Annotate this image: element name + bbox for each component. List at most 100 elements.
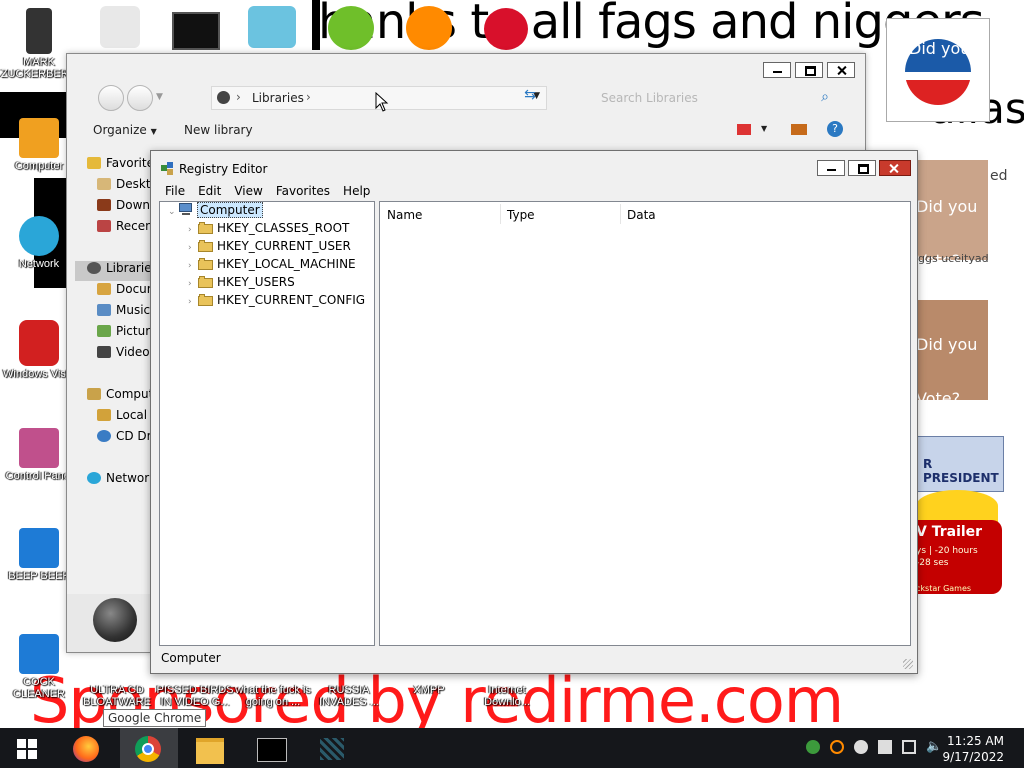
taskbar-command-prompt[interactable] (242, 728, 300, 768)
network-tray-icon[interactable] (806, 740, 820, 754)
tree-node-computer[interactable]: ⌄ Computer (168, 202, 263, 221)
close-button[interactable] (827, 62, 855, 78)
registry-tree[interactable]: ⌄ Computer › HKEY_CLASSES_ROOT › HKEY_CURRE… (159, 201, 375, 646)
breadcrumb-libraries[interactable]: Libraries (252, 91, 304, 105)
expand-icon[interactable]: › (188, 225, 198, 235)
desktop-icon-what-the-fuck[interactable]: what the fuck is going on ... (234, 684, 312, 708)
start-button[interactable] (0, 728, 52, 768)
firefox-icon (73, 736, 99, 762)
p-app-icon[interactable] (406, 6, 452, 50)
libraries-icon (217, 91, 230, 104)
menu-edit[interactable]: Edit (192, 182, 228, 200)
music-icon (97, 304, 111, 316)
expand-icon[interactable]: › (188, 243, 198, 253)
tree-node-hive[interactable]: › HKEY_CURRENT_USER (188, 239, 351, 257)
app-icon (19, 528, 59, 568)
display-tray-icon[interactable] (902, 740, 916, 754)
menu-file[interactable]: File (159, 182, 192, 200)
desktop-icon-ultra-cd[interactable]: ULTRA CD BLOATWARE (78, 684, 156, 708)
chevron-down-icon[interactable]: ▼ (761, 124, 767, 133)
menu-favorites[interactable]: Favorites (270, 182, 337, 200)
tree-label: HKEY_USERS (217, 275, 295, 289)
network-icon (19, 216, 59, 256)
expand-icon[interactable]: › (188, 297, 198, 307)
folder-icon (198, 240, 214, 252)
desktop-icon-russia[interactable]: RUSSIA INVADES ... (310, 684, 388, 708)
tree-node-hive[interactable]: › HKEY_CLASSES_ROOT (188, 221, 349, 239)
president-banner[interactable]: R PRESIDENT (916, 436, 1004, 492)
clock[interactable]: 11:25 AM 9/17/2022 (942, 733, 1004, 765)
cmd-icon[interactable] (172, 12, 220, 50)
navigation-pane: Favorites Desktop Downloads Recent Libra… (75, 150, 177, 590)
new-library-button[interactable]: New library (184, 123, 253, 137)
organize-label: Organize (93, 123, 147, 137)
settings-folder-icon[interactable] (100, 6, 140, 48)
desktop-icon-pissed-birds[interactable]: PISSED BIRDS IN VIDEO G... (156, 684, 234, 708)
organize-button[interactable]: Organize ▼ (93, 123, 157, 137)
tree-node-hive[interactable]: › HKEY_LOCAL_MACHINE (188, 257, 356, 275)
search-tray-icon[interactable] (830, 740, 844, 754)
vote-panel-1[interactable]: Did you Vote? (916, 160, 988, 270)
column-divider[interactable] (500, 204, 501, 224)
expand-icon[interactable]: › (188, 261, 198, 271)
history-dropdown-icon[interactable]: ▼ (156, 92, 163, 102)
taskbar-file-explorer[interactable] (180, 728, 238, 768)
view-options-icon[interactable] (737, 124, 751, 135)
desktop-icon-xmpp[interactable]: XMPP (390, 684, 468, 696)
minimize-button[interactable] (817, 160, 845, 176)
maximize-button[interactable] (795, 62, 823, 78)
computer-icon (19, 118, 59, 158)
volume-icon[interactable]: 🔈 (926, 740, 942, 754)
folder-icon[interactable] (248, 6, 296, 48)
vote-panel-2[interactable]: Did you Vote? (916, 300, 988, 408)
expand-icon[interactable]: › (188, 279, 198, 289)
obama-logo-panel[interactable]: Did you (886, 18, 990, 122)
column-divider[interactable] (620, 204, 621, 224)
network-icon (87, 472, 101, 484)
taskbar-app[interactable] (304, 728, 362, 768)
maximize-button[interactable] (848, 160, 876, 176)
taskbar-firefox[interactable] (58, 728, 116, 768)
nav-item-libraries[interactable]: Libraries (75, 261, 161, 281)
forward-button[interactable] (127, 85, 153, 111)
tree-label: HKEY_LOCAL_MACHINE (217, 257, 356, 271)
registry-editor-window[interactable]: Registry Editor File Edit View Favorites… (150, 150, 918, 674)
grid-app-icon (320, 738, 344, 760)
pictures-icon (97, 325, 111, 337)
taskbar-tooltip: Google Chrome (103, 709, 207, 727)
desktop-icon-internet-download[interactable]: Internet Downlo... (468, 684, 546, 708)
close-button[interactable] (879, 160, 911, 176)
column-header-type[interactable]: Type (507, 208, 535, 222)
obama-caption: Did you (909, 39, 971, 58)
trailer-panel[interactable]: V Trailer ys | -20 hours -28 ses ckstar … (916, 520, 1002, 594)
tree-label: Computer (197, 202, 263, 218)
values-list[interactable]: Name Type Data (379, 201, 911, 646)
minimize-button[interactable] (763, 62, 791, 78)
devcpp-icon[interactable] (484, 8, 528, 50)
blocked-tray-icon[interactable] (854, 740, 868, 754)
videos-icon (97, 346, 111, 358)
tree-node-hive[interactable]: › HKEY_USERS (188, 275, 295, 293)
taskbar-chrome[interactable] (120, 728, 178, 768)
menu-help[interactable]: Help (337, 182, 377, 200)
search-input[interactable]: Search Libraries ⌕ (587, 86, 833, 108)
president-banner-text: R PRESIDENT (923, 457, 999, 485)
preview-pane-icon[interactable] (791, 124, 807, 135)
refresh-icon[interactable]: ⇆ (519, 87, 541, 107)
tree-node-hive[interactable]: › HKEY_CURRENT_CONFIG (188, 293, 365, 311)
menu-view[interactable]: View (228, 182, 269, 200)
search-icon[interactable]: ⌕ (821, 89, 829, 105)
bird-icon[interactable] (328, 6, 374, 50)
desktop-icon-label: what the fuck is going on ... (235, 684, 311, 708)
details-pane (67, 594, 151, 652)
resize-grip[interactable] (903, 659, 913, 669)
column-header-name[interactable]: Name (387, 208, 422, 222)
tree-label: HKEY_CLASSES_ROOT (217, 221, 350, 235)
column-header-data[interactable]: Data (627, 208, 656, 222)
back-button[interactable] (98, 85, 124, 111)
flag-tray-icon[interactable] (878, 740, 892, 754)
help-icon[interactable]: ? (827, 121, 843, 137)
folder-icon (198, 276, 214, 288)
collapse-icon[interactable]: ⌄ (168, 207, 178, 217)
cmd-icon (257, 738, 287, 762)
